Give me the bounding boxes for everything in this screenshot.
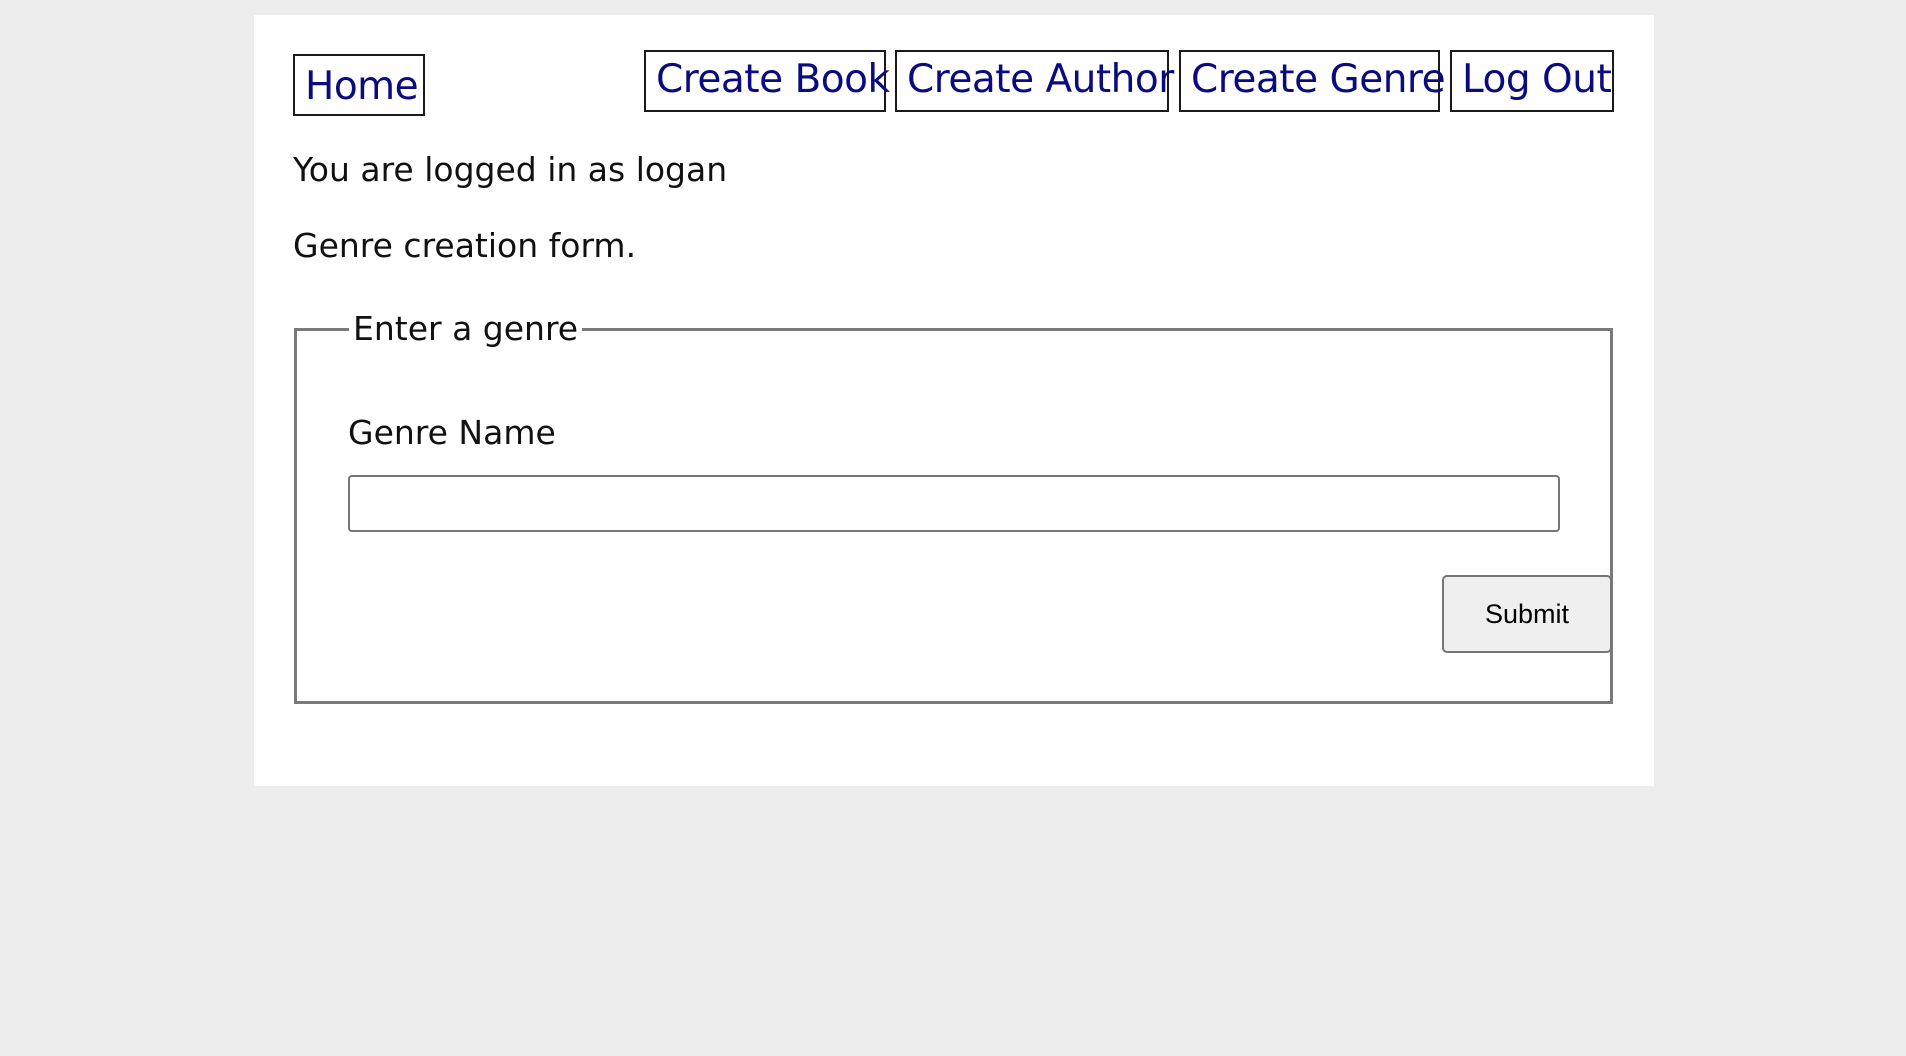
login-status-text: You are logged in as logan [293,150,728,189]
nav-create-genre-link[interactable]: Create Genre [1179,50,1446,112]
fieldset-legend: Enter a genre [349,309,583,348]
genre-name-label: Genre Name [348,413,556,452]
nav-log-out-link[interactable]: Log Out [1450,50,1614,112]
nav-create-book-link[interactable]: Create Book [644,50,890,112]
nav-home-link[interactable]: Home [293,54,425,116]
genre-name-input[interactable] [348,475,1560,532]
nav-create-author-link[interactable]: Create Author [895,50,1174,112]
submit-button[interactable]: Submit [1442,575,1612,653]
genre-fieldset: Enter a genre Genre Name Submit [294,309,1613,704]
form-intro-text: Genre creation form. [293,226,637,265]
main-card: Home Create Book Create Author Create Ge… [254,15,1654,786]
